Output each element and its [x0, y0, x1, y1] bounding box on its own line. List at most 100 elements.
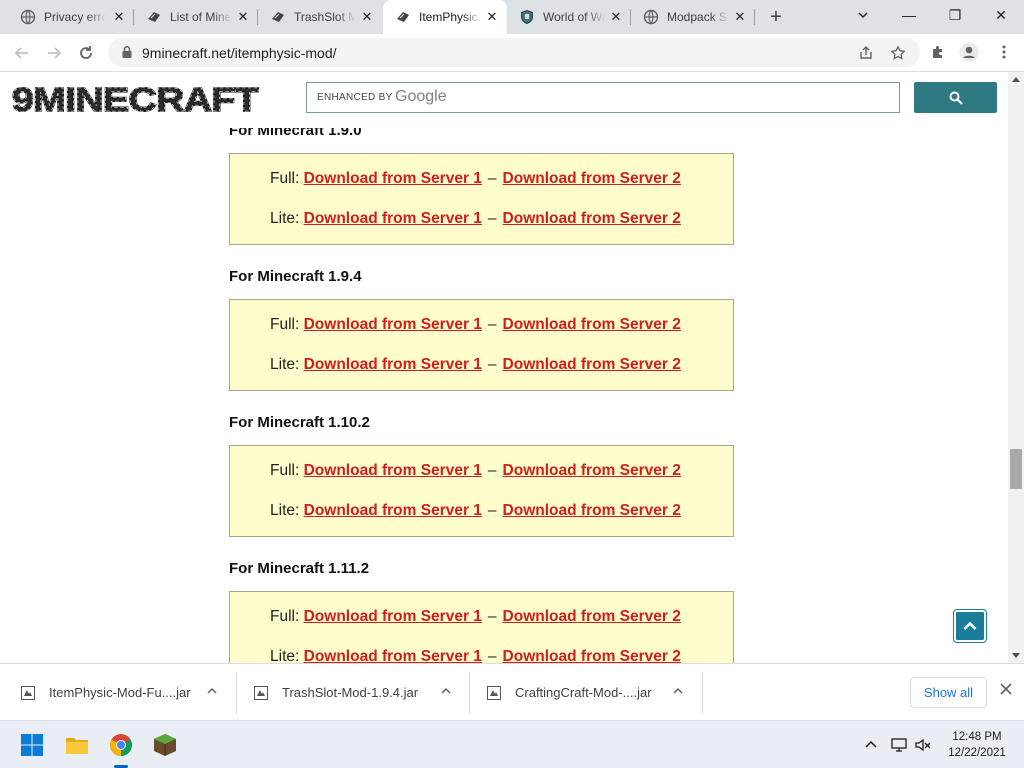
minecraft-logo-icon — [397, 12, 409, 22]
arrow-left-icon — [14, 47, 28, 59]
globe-icon — [643, 9, 659, 25]
close-window-button[interactable]: ✕ — [978, 0, 1024, 30]
site-logo[interactable]: 9MINECRAFT 9MINECRAFT — [10, 80, 260, 118]
download-server-1-link[interactable]: Download from Server 1 — [304, 316, 482, 333]
downloads-bar: ItemPhysic-Mod-Fu....jar TrashSlot-Mod-1… — [0, 663, 1024, 720]
version-heading: For Minecraft 1.9.4 — [229, 268, 362, 285]
download-server-2-link[interactable]: Download from Server 2 — [503, 502, 681, 519]
back-button[interactable] — [10, 42, 34, 64]
minecraft-launcher-icon[interactable] — [153, 733, 177, 757]
lock-icon[interactable] — [120, 45, 134, 59]
show-all-downloads-button[interactable]: Show all — [910, 677, 987, 708]
tab-itemphysic[interactable]: ItemPhysic ✕ — [383, 0, 507, 34]
download-row-lite: Lite: Download from Server 1– Download fr… — [270, 648, 681, 663]
download-row-lite: Lite: Download from Server 1– Download fr… — [270, 210, 681, 227]
download-row-lite: Lite: Download from Server 1– Download fr… — [270, 502, 681, 519]
minecraft-logo-icon — [272, 12, 284, 22]
chevron-up-icon[interactable] — [206, 685, 218, 697]
download-row-full: Full: Download from Server 1– Download fr… — [270, 462, 681, 479]
close-downloads-bar-button[interactable] — [998, 683, 1014, 699]
scrollbar-thumb[interactable] — [1010, 449, 1022, 489]
system-clock[interactable]: 12:48 PM 12/22/2021 — [940, 729, 1014, 761]
close-tab-icon[interactable]: ✕ — [609, 10, 623, 24]
restore-button[interactable]: ❐ — [932, 0, 978, 30]
scroll-down-arrow[interactable] — [1012, 653, 1020, 658]
forward-button[interactable] — [42, 42, 66, 64]
minecraft-logo-icon — [148, 12, 160, 22]
address-bar[interactable]: 9minecraft.net/itemphysic-mod/ — [108, 38, 920, 67]
chrome-icon[interactable] — [109, 733, 133, 757]
windows-start-icon[interactable] — [20, 733, 44, 757]
url-text[interactable]: 9minecraft.net/itemphysic-mod/ — [142, 45, 337, 61]
download-server-1-link[interactable]: Download from Server 1 — [304, 356, 482, 373]
version-heading: For Minecraft 1.11.2 — [229, 560, 370, 577]
close-tab-icon[interactable]: ✕ — [360, 10, 374, 24]
site-search-input[interactable]: ENHANCED BY Google — [306, 82, 900, 113]
version-heading: For Minecraft 1.9.0 — [229, 128, 362, 139]
volume-muted-icon[interactable] — [914, 736, 932, 754]
close-tab-icon[interactable]: ✕ — [485, 10, 499, 24]
divider — [702, 672, 703, 714]
search-icon — [949, 91, 963, 105]
download-server-2-link[interactable]: Download from Server 2 — [503, 356, 681, 373]
download-server-1-link[interactable]: Download from Server 1 — [304, 462, 482, 479]
back-to-top-button[interactable] — [954, 610, 986, 642]
download-server-1-link[interactable]: Download from Server 1 — [304, 608, 482, 625]
chevron-up-icon[interactable] — [862, 736, 880, 754]
download-server-2-link[interactable]: Download from Server 2 — [503, 462, 681, 479]
new-tab-button[interactable]: + — [766, 7, 786, 28]
profile-avatar-icon[interactable] — [959, 42, 979, 62]
svg-text:9MINECRAFT: 9MINECRAFT — [12, 81, 258, 118]
globe-icon — [20, 9, 36, 25]
file-explorer-icon[interactable] — [65, 733, 89, 757]
scroll-up-arrow[interactable] — [1012, 77, 1020, 82]
version-heading: For Minecraft 1.10.2 — [229, 414, 370, 431]
extensions-puzzle-icon[interactable] — [930, 44, 946, 60]
jar-file-icon — [487, 685, 501, 700]
tab-modpack-server[interactable]: Modpack Server ✕ — [631, 0, 755, 34]
menu-kebab-icon[interactable] — [996, 44, 1012, 60]
chevron-up-icon[interactable] — [440, 685, 452, 697]
download-box: Full: Download from Server 1– Download fr… — [229, 153, 734, 245]
divider — [469, 672, 470, 714]
tab-world-of-warcraft[interactable]: World of Warcraft ✕ — [507, 0, 631, 34]
tab-privacy-error[interactable]: Privacy error ✕ — [0, 0, 134, 34]
tab-strip: Privacy error ✕ List of Minecraft ✕ Tras… — [0, 0, 1024, 34]
tab-search-button[interactable] — [840, 0, 886, 30]
share-icon[interactable] — [858, 45, 874, 61]
site-search-button[interactable] — [914, 82, 997, 113]
download-server-2-link[interactable]: Download from Server 2 — [503, 170, 681, 187]
download-row-lite: Lite: Download from Server 1– Download fr… — [270, 356, 681, 373]
close-tab-icon[interactable]: ✕ — [236, 10, 250, 24]
download-server-1-link[interactable]: Download from Server 1 — [304, 170, 482, 187]
download-server-1-link[interactable]: Download from Server 1 — [304, 502, 482, 519]
jar-file-icon — [21, 685, 35, 700]
download-server-1-link[interactable]: Download from Server 1 — [304, 648, 482, 663]
chevron-up-icon — [963, 621, 977, 630]
reload-icon — [80, 46, 92, 59]
tab-trashslot[interactable]: TrashSlot Mod ✕ — [258, 0, 382, 34]
download-box: Full: Download from Server 1– Download fr… — [229, 299, 734, 391]
download-server-2-link[interactable]: Download from Server 2 — [503, 608, 681, 625]
download-server-2-link[interactable]: Download from Server 2 — [503, 210, 681, 227]
minimize-button[interactable]: — — [886, 0, 932, 30]
page-scrollbar[interactable] — [1008, 72, 1024, 663]
download-item[interactable]: TrashSlot-Mod-1.9.4.jar — [253, 664, 469, 721]
download-server-2-link[interactable]: Download from Server 2 — [503, 316, 681, 333]
close-tab-icon[interactable]: ✕ — [112, 10, 126, 24]
download-server-2-link[interactable]: Download from Server 2 — [503, 648, 681, 663]
download-item[interactable]: ItemPhysic-Mod-Fu....jar — [20, 664, 236, 721]
arrow-right-icon — [48, 47, 62, 59]
download-server-1-link[interactable]: Download from Server 1 — [304, 210, 482, 227]
download-item[interactable]: CraftingCraft-Mod-....jar — [486, 664, 702, 721]
reload-button[interactable] — [74, 42, 98, 64]
shield-icon — [521, 9, 533, 25]
download-box: Full: Download from Server 1– Download fr… — [229, 591, 734, 663]
network-icon[interactable] — [890, 736, 908, 754]
chevron-up-icon[interactable] — [672, 685, 684, 697]
download-row-full: Full: Download from Server 1– Download fr… — [270, 316, 681, 333]
download-row-full: Full: Download from Server 1– Download fr… — [270, 608, 681, 625]
bookmark-star-icon[interactable] — [890, 45, 906, 61]
tab-list-of-minecraft[interactable]: List of Minecraft ✕ — [134, 0, 258, 34]
close-tab-icon[interactable]: ✕ — [733, 10, 747, 24]
